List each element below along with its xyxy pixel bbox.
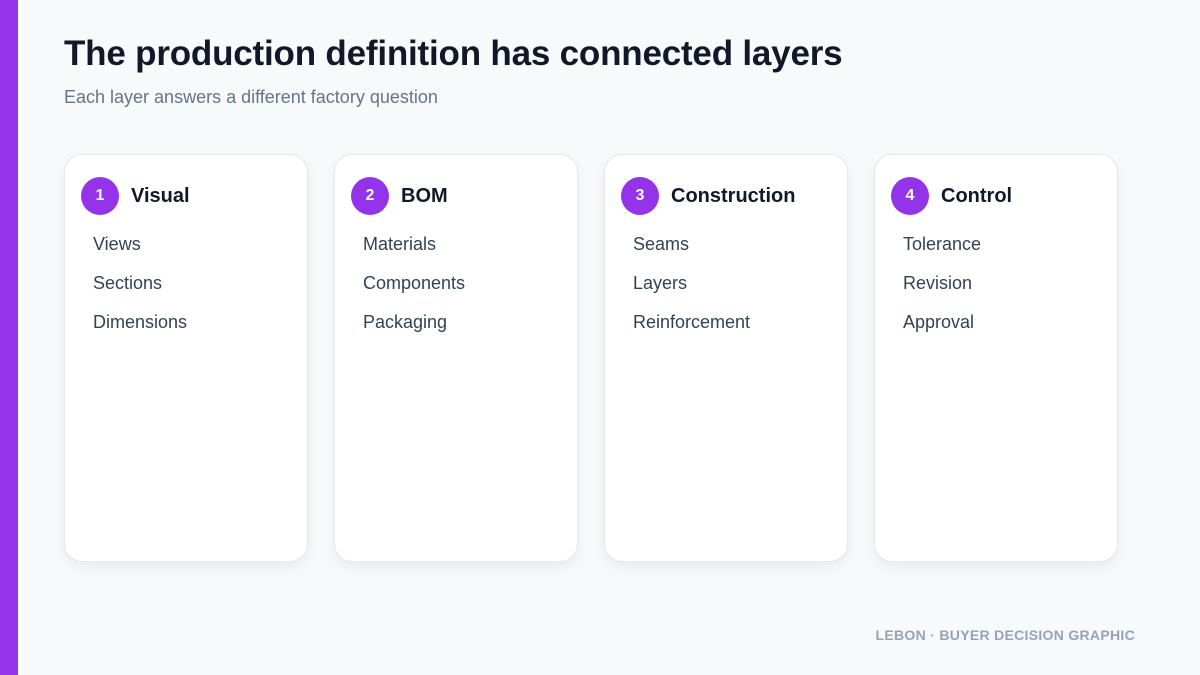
list-item: Components <box>363 273 466 293</box>
list-item: Tolerance <box>903 234 982 254</box>
list-item: Sections <box>93 273 163 293</box>
card-title: Control <box>941 184 1013 207</box>
accent-bar <box>0 0 18 675</box>
list-item: Packaging <box>363 312 448 332</box>
list-item: Revision <box>903 273 973 293</box>
list-item: Dimensions <box>93 312 188 332</box>
card-header: 2 BOM <box>351 177 561 215</box>
step-number-badge: 3 <box>621 177 659 215</box>
layer-cards: 1 Visual Views Sections Dimensions 2 BOM… <box>64 154 1118 562</box>
list-item: Seams <box>633 234 690 254</box>
layer-card-bom: 2 BOM Materials Components Packaging <box>334 154 578 562</box>
card-header: 1 Visual <box>81 177 291 215</box>
layer-card-construction: 3 Construction Seams Layers Reinforcemen… <box>604 154 848 562</box>
card-item-list: Seams Layers Reinforcement <box>621 225 831 342</box>
card-title: Construction <box>671 184 796 207</box>
list-item: Views <box>93 234 141 254</box>
step-number-badge: 2 <box>351 177 389 215</box>
card-item-list: Materials Components Packaging <box>351 225 561 342</box>
footer-brand-label: LEBON · BUYER DECISION GRAPHIC <box>875 627 1135 643</box>
layer-card-control: 4 Control Tolerance Revision Approval <box>874 154 1118 562</box>
card-header: 3 Construction <box>621 177 831 215</box>
card-item-list: Tolerance Revision Approval <box>891 225 1101 342</box>
card-item-list: Views Sections Dimensions <box>81 225 291 342</box>
list-item: Approval <box>903 312 975 332</box>
card-title: BOM <box>401 184 448 207</box>
page-title: The production definition has connected … <box>64 34 843 73</box>
card-header: 4 Control <box>891 177 1101 215</box>
card-title: Visual <box>131 184 190 207</box>
page-subtitle: Each layer answers a different factory q… <box>64 87 438 107</box>
step-number-badge: 4 <box>891 177 929 215</box>
list-item: Layers <box>633 273 688 293</box>
list-item: Materials <box>363 234 437 254</box>
layer-card-visual: 1 Visual Views Sections Dimensions <box>64 154 308 562</box>
list-item: Reinforcement <box>633 312 751 332</box>
step-number-badge: 1 <box>81 177 119 215</box>
